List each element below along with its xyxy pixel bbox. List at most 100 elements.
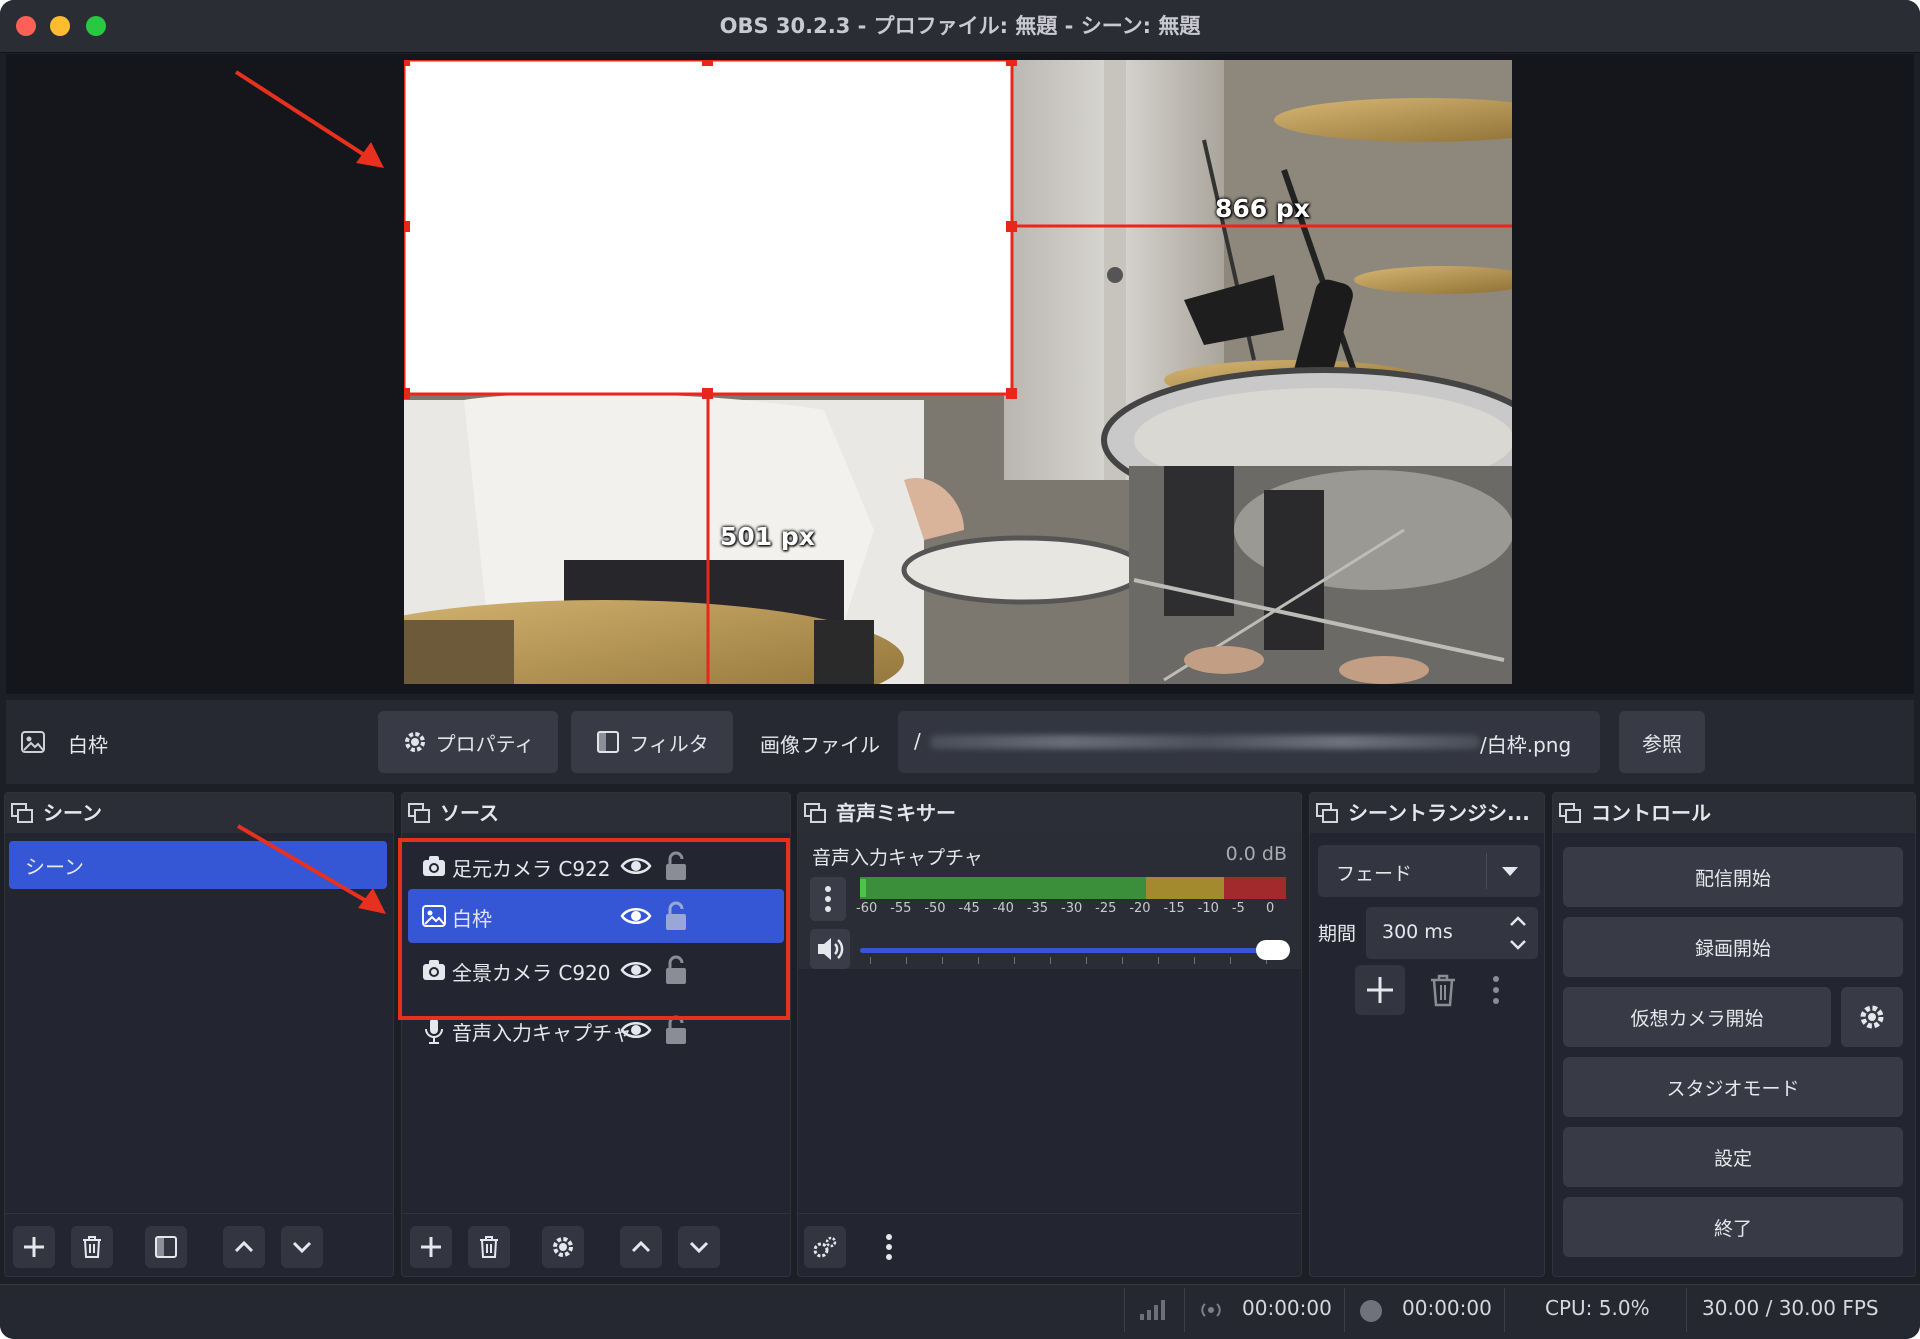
chevron-up-icon	[631, 1240, 651, 1253]
volume-tick	[978, 957, 979, 964]
trash-icon	[480, 1236, 498, 1258]
volume-tick	[1122, 957, 1123, 964]
meter-scale-label: 0	[1266, 901, 1275, 916]
controls-dock: コントロール 配信開始 録画開始 仮想カメラ開始 スタジオモード 設定 終了	[1552, 792, 1916, 1277]
dock-icon	[1559, 803, 1581, 823]
scene-filters-button[interactable]	[145, 1226, 187, 1268]
meter-scale-label: -10	[1197, 901, 1219, 916]
add-source-button[interactable]	[410, 1226, 452, 1268]
mixer-toolbar	[798, 1213, 1301, 1276]
volume-tick	[1158, 957, 1159, 964]
plus-icon	[24, 1237, 44, 1257]
properties-button[interactable]: プロパティ	[378, 711, 558, 773]
volume-tick	[1194, 957, 1195, 964]
chevron-up-icon	[234, 1240, 254, 1253]
start-virtual-camera-button[interactable]: 仮想カメラ開始	[1563, 987, 1831, 1047]
advanced-audio-properties-button[interactable]	[804, 1226, 846, 1268]
scene-transitions-dock: シーントランジシ... フェード 期間 300 ms	[1309, 792, 1545, 1277]
duration-label: 期間	[1318, 923, 1357, 945]
kebab-menu-icon[interactable]	[1490, 973, 1502, 1007]
audio-mixer-dock: 音声ミキサー 音声入力キャプチャ 0.0 dB -60 -55 -50 -45 -40-…	[797, 792, 1302, 1277]
remove-scene-button[interactable]	[71, 1226, 113, 1268]
volume-slider[interactable]	[860, 935, 1290, 965]
sources-title: ソース	[440, 801, 499, 825]
start-recording-button[interactable]: 録画開始	[1563, 917, 1903, 977]
stream-time: 00:00:00	[1242, 1296, 1332, 1320]
dock-icon	[408, 803, 430, 823]
volume-tick	[1230, 957, 1231, 964]
plus-icon	[421, 1237, 441, 1257]
move-source-up-button[interactable]	[620, 1226, 662, 1268]
virtual-camera-settings-button[interactable]	[1841, 987, 1903, 1047]
mute-button[interactable]	[810, 929, 850, 969]
trash-icon[interactable]	[1428, 973, 1458, 1007]
trash-icon	[83, 1236, 101, 1258]
mixer-dock-header: 音声ミキサー	[798, 793, 1301, 833]
spin-arrows-icon[interactable]	[1506, 911, 1530, 955]
channel-level: 0.0 dB	[1225, 843, 1287, 865]
settings-button[interactable]: 設定	[1563, 1127, 1903, 1187]
channel-name: 音声入力キャプチャ	[812, 847, 983, 869]
sources-toolbar	[402, 1213, 790, 1276]
mixer-menu-button[interactable]	[868, 1226, 910, 1268]
move-source-down-button[interactable]	[678, 1226, 720, 1268]
filters-button[interactable]: フィルタ	[571, 711, 733, 773]
browse-label: 参照	[1642, 731, 1682, 756]
chevron-down-icon	[292, 1241, 312, 1254]
obs-window: OBS 30.2.3 - プロファイル: 無題 - シーン: 無題 866 px…	[0, 0, 1920, 1339]
move-scene-up-button[interactable]	[223, 1226, 265, 1268]
exit-button[interactable]: 終了	[1563, 1197, 1903, 1257]
duration-spinbox[interactable]: 300 ms	[1366, 907, 1538, 959]
streaming-icon	[1201, 1303, 1221, 1317]
mixer-title: 音声ミキサー	[836, 801, 956, 825]
meter-scale-label: -50	[924, 901, 946, 916]
controls-title: コントロール	[1591, 801, 1711, 825]
source-properties-button[interactable]	[542, 1226, 584, 1268]
fps-display: 30.00 / 30.00 FPS	[1702, 1296, 1879, 1320]
start-streaming-button[interactable]: 配信開始	[1563, 847, 1903, 907]
volume-tick	[1014, 957, 1015, 964]
filters-label: フィルタ	[629, 731, 709, 756]
transition-selected: フェード	[1336, 863, 1413, 885]
add-transition-button[interactable]	[1355, 965, 1405, 1015]
plus-icon	[1367, 977, 1393, 1003]
microphone-icon	[425, 1018, 443, 1044]
move-scene-down-button[interactable]	[281, 1226, 323, 1268]
annotation-highlight-box	[398, 838, 790, 1020]
dock-icon	[1316, 803, 1338, 823]
properties-label: プロパティ	[435, 731, 535, 756]
dropdown-arrow-icon	[1502, 867, 1518, 876]
sources-dock-header: ソース	[402, 793, 790, 833]
studio-mode-button[interactable]: スタジオモード	[1563, 1057, 1903, 1117]
meter-scale-label: -20	[1129, 901, 1151, 916]
duration-value: 300 ms	[1382, 921, 1453, 943]
meter-scale-label: -15	[1163, 901, 1185, 916]
cpu-usage: CPU: 5.0%	[1545, 1296, 1650, 1320]
transitions-title: シーントランジシ...	[1348, 801, 1530, 825]
path-prefix: /	[914, 729, 921, 753]
speaker-icon	[818, 938, 844, 960]
record-time: 00:00:00	[1402, 1296, 1492, 1320]
volume-slider-handle[interactable]	[1256, 940, 1290, 960]
preview-canvas[interactable]: 866 px 501 px	[404, 60, 1512, 684]
add-scene-button[interactable]	[13, 1226, 55, 1268]
record-indicator-icon	[1360, 1300, 1382, 1322]
channel-menu-button[interactable]	[810, 877, 846, 921]
dock-icon	[804, 803, 826, 823]
browse-button[interactable]: 参照	[1619, 711, 1705, 773]
transition-select[interactable]: フェード	[1318, 845, 1540, 897]
meter-scale: -60 -55 -50 -45 -40 -35 -30 -25 -20 -15 -10 -5 0	[856, 901, 1286, 931]
gears-icon	[813, 1236, 837, 1258]
volume-meter	[860, 877, 1286, 899]
blurred-path	[930, 735, 1480, 749]
scenes-toolbar	[5, 1213, 393, 1276]
visibility-eye-icon[interactable]	[620, 1019, 652, 1041]
image-file-path-field[interactable]: / /白枠.png	[898, 711, 1600, 773]
meter-scale-label: -30	[1061, 901, 1083, 916]
height-measurement-label: 501 px	[720, 522, 815, 551]
mixer-channel: 音声入力キャプチャ 0.0 dB -60 -55 -50 -45 -40 -35 -30 -2…	[798, 833, 1301, 969]
transitions-dock-header: シーントランジシ...	[1310, 793, 1544, 833]
remove-source-button[interactable]	[468, 1226, 510, 1268]
gear-icon	[1860, 1005, 1884, 1029]
kebab-menu-icon	[886, 1234, 892, 1260]
